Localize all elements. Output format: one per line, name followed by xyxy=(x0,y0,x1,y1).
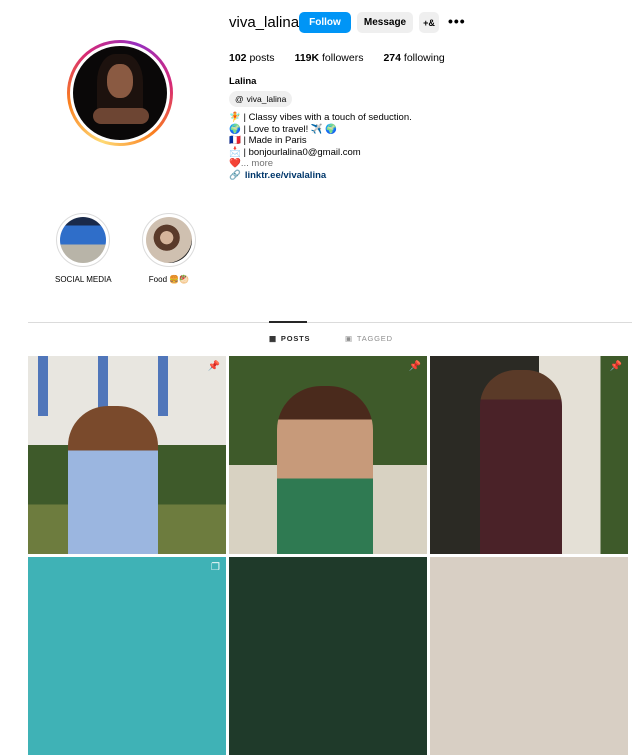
threads-badge[interactable]: @ viva_lalina xyxy=(229,91,293,107)
profile-username: viva_lalina xyxy=(229,14,300,31)
bio-more-link[interactable]: ... more xyxy=(241,158,273,169)
post-tile[interactable]: ❐ xyxy=(28,557,226,755)
highlight-social-media[interactable]: SOCIAL MEDIA xyxy=(55,213,112,284)
active-tab-indicator xyxy=(269,321,307,323)
avatar-image xyxy=(73,46,167,140)
tab-posts[interactable]: ▦ POSTS xyxy=(269,334,310,343)
pin-icon: 📌 xyxy=(609,361,622,372)
follow-button[interactable]: Follow xyxy=(299,12,351,33)
posts-stat: 102 posts xyxy=(229,52,275,64)
profile-link[interactable]: 🔗 linktr.ee/vivalalina xyxy=(229,170,326,181)
carousel-icon: ❐ xyxy=(211,562,220,573)
highlight-food[interactable]: Food 🍔🥙 xyxy=(141,213,197,284)
tabs-divider xyxy=(28,322,632,323)
tab-tagged[interactable]: ▣ TAGGED xyxy=(345,334,393,343)
link-icon: 🔗 xyxy=(229,170,241,181)
profile-stats: 102 posts 119K followers 274 following xyxy=(229,52,445,64)
message-button[interactable]: Message xyxy=(357,12,413,33)
pin-icon: 📌 xyxy=(408,361,421,372)
threads-icon: @ xyxy=(235,94,244,104)
pin-icon: 📌 xyxy=(207,361,220,372)
post-tile[interactable] xyxy=(229,557,427,755)
suggest-user-icon[interactable]: +& xyxy=(419,12,439,33)
post-tile[interactable]: 📌 xyxy=(229,356,427,554)
profile-bio: 🧚 | Classy vibes with a touch of seducti… xyxy=(229,112,412,170)
posts-grid: 📌 📌 📌 ❐ xyxy=(28,356,628,755)
post-tile[interactable] xyxy=(430,557,628,755)
grid-icon: ▦ xyxy=(269,334,277,343)
post-tile[interactable]: 📌 xyxy=(28,356,226,554)
tagged-icon: ▣ xyxy=(345,334,353,343)
more-options-icon[interactable]: ••• xyxy=(448,13,466,29)
profile-full-name: Lalina xyxy=(229,76,257,87)
following-stat[interactable]: 274 following xyxy=(383,52,444,64)
profile-avatar[interactable] xyxy=(67,40,173,146)
followers-stat[interactable]: 119K followers xyxy=(295,52,364,64)
post-tile[interactable]: 📌 xyxy=(430,356,628,554)
